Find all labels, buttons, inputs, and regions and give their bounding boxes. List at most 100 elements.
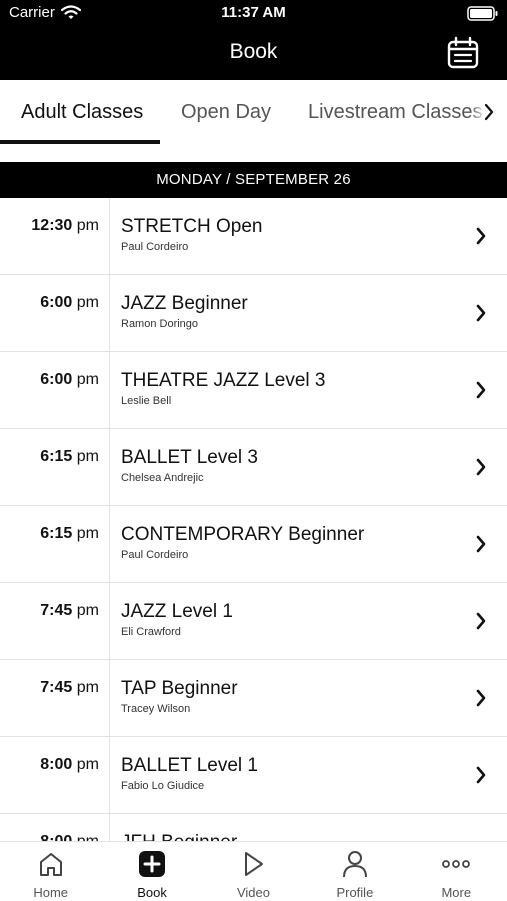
page-title: Book [229,40,278,63]
class-time-ampm: pm [76,679,99,696]
class-name: JAZZ Beginner [121,293,248,314]
class-row[interactable]: 6:15 pm CONTEMPORARY Beginner Paul Cordeir… [0,506,507,583]
class-time: 12:30 pm [31,217,99,235]
row-divider [109,660,110,736]
chevron-right-icon [476,535,486,553]
nav-book-label: Book [137,885,167,900]
class-name: JAZZ Level 1 [121,601,233,622]
class-time-ampm: pm [76,756,99,773]
class-time-value: 6:15 [40,448,73,465]
class-time: 8:00 pm [40,756,99,774]
class-time-ampm: pm [76,294,99,311]
add-icon [139,851,166,877]
row-divider [109,737,110,813]
tab-open-day[interactable]: Open Day [181,101,271,124]
nav-more[interactable]: More [406,842,507,901]
nav-video[interactable]: Video [203,842,304,901]
row-divider [109,198,110,274]
class-time: 6:00 pm [40,294,99,312]
tab-livestream-classes[interactable]: Livestream Classes [308,101,483,124]
class-time-value: 6:00 [40,371,73,388]
class-time-ampm: pm [76,602,99,619]
class-list: 12:30 pm STRETCH Open Paul Cordeiro 6:00 pm… [0,198,507,841]
row-divider [109,583,110,659]
class-time-value: 8:00 [40,833,72,841]
class-row[interactable]: 8:00 pm JFH Beginner [0,814,507,841]
nav-home[interactable]: Home [0,842,101,901]
class-time-value: 8:00 [40,756,73,773]
calendar-button[interactable] [446,36,480,70]
chevron-right-icon [476,458,486,476]
status-bar: Carrier 11:37 AM [0,0,507,26]
class-name: THEATRE JAZZ Level 3 [121,370,326,391]
chevron-right-icon [476,227,486,245]
class-name: TAP Beginner [121,678,238,699]
class-row[interactable]: 7:45 pm TAP Beginner Tracey Wilson [0,660,507,737]
nav-profile-label: Profile [336,885,374,900]
row-divider [109,275,110,351]
chevron-right-icon [476,381,486,399]
nav-video-label: Video [236,885,270,900]
class-time: 7:45 pm [40,679,99,697]
nav-more-label: More [441,885,472,900]
instructor-name: Eli Crawford [121,626,181,638]
class-row[interactable]: 7:45 pm JAZZ Level 1 Eli Crawford [0,583,507,660]
class-time: 7:45 pm [40,602,99,620]
class-time-value: 6:00 [40,294,73,311]
class-time-ampm: pm [76,217,99,234]
row-divider [109,814,110,841]
class-time-ampm: pm [76,525,99,542]
class-time: 8:00 pm [40,833,99,841]
play-icon [245,852,264,876]
date-header: MONDAY / SEPTEMBER 26 [0,162,507,198]
nav-profile[interactable]: Profile [304,842,405,901]
row-divider [109,506,110,582]
class-name: STRETCH Open [121,216,263,237]
home-icon [39,853,62,876]
more-icon [442,860,471,868]
tab-adult-classes[interactable]: Adult Classes [21,101,143,124]
instructor-name: Chelsea Andrejic [121,472,204,484]
chevron-right-icon [476,689,486,707]
nav-home-label: Home [33,885,69,900]
class-time: 6:15 pm [40,525,99,543]
battery-icon [467,6,498,21]
class-time: 6:00 pm [40,371,99,389]
instructor-name: Tracey Wilson [121,703,191,715]
class-row[interactable]: 6:00 pm THEATRE JAZZ Level 3 Leslie Bell [0,352,507,429]
category-tabs: Adult Classes Open Day Livestream Classe… [0,80,507,144]
class-time-ampm: pm [77,833,99,841]
chevron-right-icon[interactable] [483,102,495,122]
bottom-tab-bar: Home Book Video Profile More [0,841,507,901]
chevron-right-icon [476,766,486,784]
instructor-name: Paul Cordeiro [121,241,189,253]
class-time-value: 6:15 [40,525,73,542]
class-name: BALLET Level 3 [121,447,258,468]
active-tab-indicator [0,140,160,144]
class-time-value: 7:45 [40,679,73,696]
class-name: BALLET Level 1 [121,755,258,776]
nav-book[interactable]: Book [101,842,202,901]
class-name: JFH Beginner [121,832,237,841]
class-time-value: 7:45 [40,602,73,619]
row-divider [109,429,110,505]
instructor-name: Fabio Lo Giudice [121,780,205,792]
status-time: 11:37 AM [221,4,286,21]
profile-icon [342,851,367,878]
class-time-value: 12:30 [31,217,73,234]
class-time: 6:15 pm [40,448,99,466]
class-time-ampm: pm [76,448,99,465]
app-header: Carrier 11:37 AM Book [0,0,507,80]
class-row[interactable]: 6:00 pm JAZZ Beginner Ramon Doringo [0,275,507,352]
class-name: CONTEMPORARY Beginner [121,524,365,545]
instructor-name: Ramon Doringo [121,318,199,330]
chevron-right-icon [476,612,486,630]
class-time-ampm: pm [76,371,99,388]
instructor-name: Leslie Bell [121,395,172,407]
class-row[interactable]: 6:15 pm BALLET Level 3 Chelsea Andrejic [0,429,507,506]
class-row[interactable]: 8:00 pm BALLET Level 1 Fabio Lo Giudice [0,737,507,814]
chevron-right-icon [476,304,486,322]
row-divider [109,352,110,428]
instructor-name: Paul Cordeiro [121,549,189,561]
class-row[interactable]: 12:30 pm STRETCH Open Paul Cordeiro [0,198,507,275]
